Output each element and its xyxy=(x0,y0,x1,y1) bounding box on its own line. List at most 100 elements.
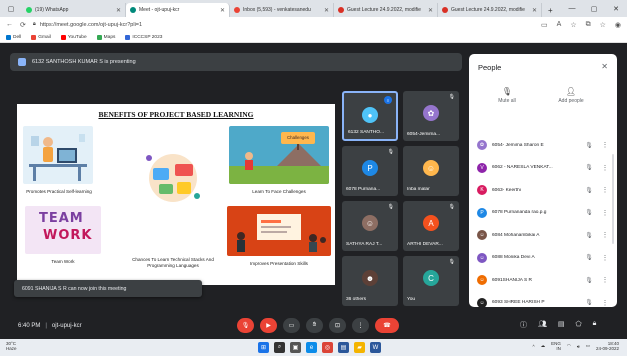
window-menu-icon[interactable]: ▢ xyxy=(0,0,22,17)
tray-chevron-icon[interactable]: ^ xyxy=(533,344,535,349)
mic-toggle-button[interactable]: 🎙︎ xyxy=(237,318,254,333)
favorites-bar-icon[interactable]: ☆ xyxy=(600,21,606,29)
participant-tile[interactable]: 🎙︎ ☺ SATHYA RAJ T... xyxy=(342,201,398,251)
new-tab-button[interactable]: + xyxy=(542,3,559,17)
bookmark-gmail[interactable]: Gmail xyxy=(31,34,51,40)
battery-icon[interactable]: ▭ xyxy=(586,343,590,349)
browser-tab-meet[interactable]: Meet - ojt-upuj-kcr ✕ xyxy=(126,3,230,17)
close-icon[interactable]: ✕ xyxy=(601,62,608,71)
more-options-icon[interactable]: ⋮ xyxy=(601,141,609,149)
language-indicator[interactable]: ENG IN xyxy=(551,341,561,352)
close-window-icon[interactable]: ✕ xyxy=(605,5,627,13)
volume-icon[interactable]: 🔊︎ xyxy=(577,344,580,349)
profile-icon[interactable]: ◉ xyxy=(615,21,621,29)
mic-off-icon[interactable]: 🎙︎ xyxy=(582,254,596,261)
present-button[interactable]: ⊡ xyxy=(329,318,346,333)
mic-off-icon[interactable]: 🎙︎ xyxy=(582,187,596,194)
list-item[interactable]: ☺ 6093 SHREE HARISH P 🎙︎ ⋮ xyxy=(469,292,617,307)
word-icon[interactable]: W xyxy=(370,342,381,353)
wifi-icon[interactable]: ◠ xyxy=(567,343,571,349)
start-icon[interactable]: ⊞ xyxy=(258,342,269,353)
close-tab-icon[interactable]: ✕ xyxy=(324,7,329,14)
mic-off-icon[interactable]: 🎙︎ xyxy=(582,299,596,306)
camera-icon[interactable]: ▭ xyxy=(541,21,548,29)
mic-off-icon[interactable]: 🎙︎ xyxy=(582,164,596,171)
close-tab-icon[interactable]: ✕ xyxy=(428,7,433,14)
more-options-icon[interactable]: ⋮ xyxy=(601,276,609,284)
others-tile[interactable]: ☻ 36 others xyxy=(342,256,398,306)
more-options-icon[interactable]: ⋮ xyxy=(601,186,609,194)
mute-all-button[interactable]: 🎙︎ Mute all xyxy=(487,87,527,104)
camera-toggle-button[interactable]: ▶ xyxy=(260,318,277,333)
toast-text: 6091 SHANIJA S R can now join this meeti… xyxy=(22,285,127,292)
url-field[interactable]: 🔒︎ https://meet.google.com/ojt-upuj-kcr?… xyxy=(33,21,534,28)
weather-widget[interactable]: 30°C Haze xyxy=(6,341,17,352)
edge-icon[interactable]: e xyxy=(306,342,317,353)
list-item[interactable]: P 6078 Purnananda rao.p.g 🎙︎ ⋮ xyxy=(469,202,617,225)
host-controls-icon[interactable]: 🔒︎ xyxy=(593,320,597,330)
list-item[interactable]: ☺ 6091SHANIJA S R 🎙︎ ⋮ xyxy=(469,269,617,292)
bookmark-dell[interactable]: Dell xyxy=(6,34,21,40)
more-options-icon[interactable]: ⋮ xyxy=(601,164,609,172)
participant-tile[interactable]: ≡ ● 6132 SANTHO... xyxy=(342,91,398,141)
more-options-icon[interactable]: ⋮ xyxy=(601,231,609,239)
cloud-icon[interactable]: ☁ xyxy=(541,343,546,349)
participant-tile[interactable]: 🎙︎ ✿ 6054-Jemima... xyxy=(403,91,459,141)
more-options-icon[interactable]: ⋮ xyxy=(601,209,609,217)
participant-tile[interactable]: ☺ Inba malar xyxy=(403,146,459,196)
read-aloud-icon[interactable]: A xyxy=(557,21,562,29)
raise-hand-button[interactable]: ✋︎ xyxy=(306,318,323,333)
refresh-icon[interactable]: ⟳ xyxy=(20,21,26,29)
mic-off-icon[interactable]: 🎙︎ xyxy=(582,277,596,284)
mic-off-icon[interactable]: 🎙︎ xyxy=(582,142,596,149)
more-options-button[interactable]: ⋮ xyxy=(352,318,369,333)
list-item[interactable]: ☺ 6088 Monika Devi A 🎙︎ ⋮ xyxy=(469,247,617,270)
self-tile[interactable]: 🎙︎ C You xyxy=(403,256,459,306)
participant-name: 6062 - NARESLA VENKAT... xyxy=(492,165,553,171)
browser-tab-guest-lecture-2[interactable]: Guest Lecture 24.9.2022, modifie ✕ xyxy=(438,3,542,17)
favorite-icon[interactable]: ☆ xyxy=(570,21,576,29)
mic-off-icon: 🎙︎ xyxy=(241,323,250,329)
add-people-button[interactable]: 👤︎ Add people xyxy=(551,87,591,104)
captions-button[interactable]: ▭ xyxy=(283,318,300,333)
browser-tab-whatsapp[interactable]: (19) WhatsApp ✕ xyxy=(22,3,126,17)
search-icon[interactable]: ⌕ xyxy=(274,342,285,353)
leave-call-button[interactable]: ☎︎ xyxy=(375,318,399,333)
list-item[interactable]: ☺ 6084 Mohanambikai A 🎙︎ ⋮ xyxy=(469,224,617,247)
people-scrollbar[interactable] xyxy=(612,154,614,244)
participant-tile[interactable]: 🎙︎ A ARTHI DEVAR... xyxy=(403,201,459,251)
close-tab-icon[interactable]: ✕ xyxy=(532,7,537,14)
mic-off-icon[interactable]: 🎙︎ xyxy=(582,232,596,239)
chat-icon[interactable]: ▤ xyxy=(558,320,565,330)
maximize-icon[interactable]: ▢ xyxy=(583,5,605,13)
list-item[interactable]: ✿ 6054- Jemima Sharon E 🎙︎ ⋮ xyxy=(469,134,617,157)
info-icon[interactable]: ⓘ xyxy=(520,320,527,330)
people-icon[interactable]: 👥︎ xyxy=(538,320,547,330)
bookmark-icccsp[interactable]: ICCCSP 2023 xyxy=(125,34,162,40)
mute-all-label: Mute all xyxy=(498,98,516,104)
close-tab-icon[interactable]: ✕ xyxy=(116,7,121,14)
close-tab-icon[interactable]: ✕ xyxy=(220,7,225,14)
more-options-icon[interactable]: ⋮ xyxy=(601,254,609,262)
back-icon[interactable]: ← xyxy=(6,21,13,28)
system-clock[interactable]: 18:40 24-09-2022 xyxy=(596,341,619,352)
slide-title: BENEFITS OF PROJECT BASED LEARNING xyxy=(98,110,254,119)
activities-icon[interactable]: ⬠ xyxy=(576,320,582,330)
participant-name: 6088 Monika Devi A xyxy=(492,255,535,261)
store-icon[interactable]: ▤ xyxy=(338,342,349,353)
list-item[interactable]: K 6063- Keerthi 🎙︎ ⋮ xyxy=(469,179,617,202)
explorer-icon[interactable]: ▰ xyxy=(354,342,365,353)
extensions-icon[interactable]: ⧉ xyxy=(586,21,591,29)
list-item[interactable]: V 6062 - NARESLA VENKAT... 🎙︎ ⋮ xyxy=(469,157,617,180)
chrome-icon[interactable]: ◎ xyxy=(322,342,333,353)
bookmark-youtube[interactable]: YouTube xyxy=(60,34,87,40)
mic-off-icon[interactable]: 🎙︎ xyxy=(582,209,596,216)
browser-tab-inbox[interactable]: Inbox (5,593) - venkatesanedu ✕ xyxy=(230,3,334,17)
participant-tile[interactable]: 🎙︎ P 6078 Purnana... xyxy=(342,146,398,196)
bookmark-maps[interactable]: Maps xyxy=(96,34,115,40)
self-learning-illustration xyxy=(23,126,93,184)
task-view-icon[interactable]: ▣ xyxy=(290,342,301,353)
minimize-icon[interactable]: — xyxy=(561,5,583,12)
browser-tab-guest-lecture-1[interactable]: Guest Lecture 24.9.2022, modifie ✕ xyxy=(334,3,438,17)
more-options-icon[interactable]: ⋮ xyxy=(601,299,609,307)
